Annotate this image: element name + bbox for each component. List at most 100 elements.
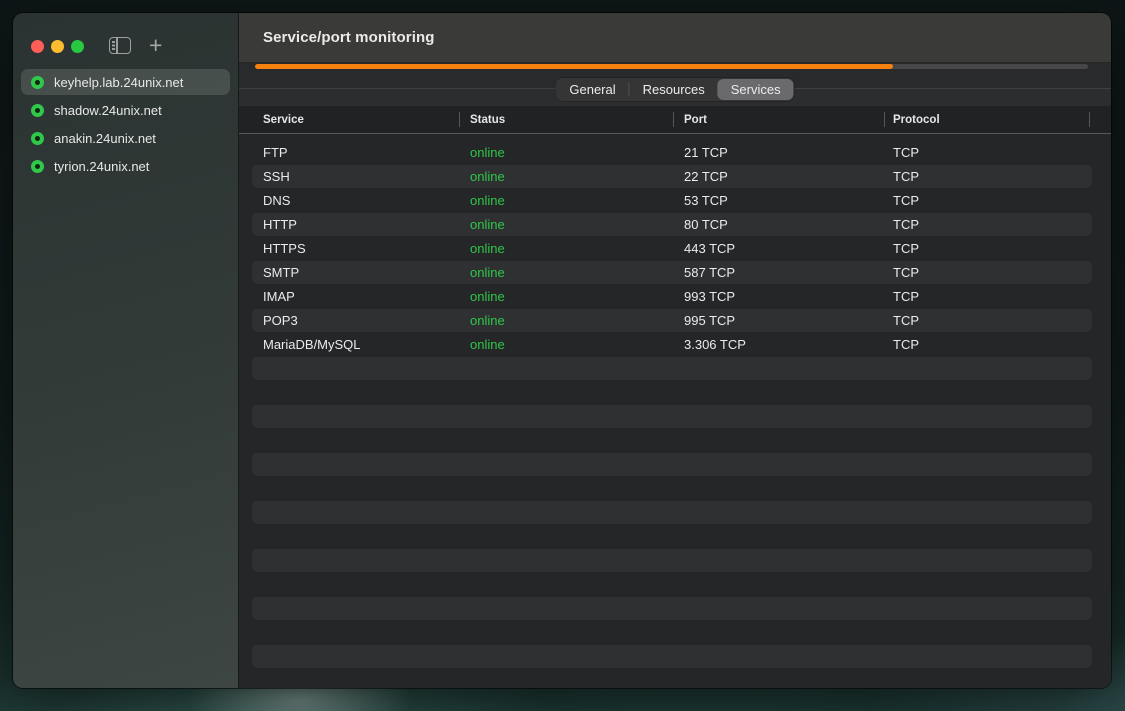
server-status-icon bbox=[31, 160, 44, 173]
server-label: anakin.24unix.net bbox=[54, 131, 156, 146]
column-header-label: Port bbox=[684, 114, 707, 126]
empty-table-row bbox=[239, 428, 1111, 452]
table-row-imap[interactable]: IMAP online 993 TCP TCP bbox=[239, 284, 1111, 308]
empty-table-row bbox=[239, 644, 1111, 668]
sidebar: + keyhelp.lab.24unix.net shadow.24unix.n… bbox=[13, 13, 239, 688]
desktop: + keyhelp.lab.24unix.net shadow.24unix.n… bbox=[0, 0, 1125, 711]
table-row-dns[interactable]: DNS online 53 TCP TCP bbox=[239, 188, 1111, 212]
status-cell: online bbox=[459, 145, 673, 160]
empty-rows bbox=[239, 356, 1111, 688]
sidebar-item-shadow[interactable]: shadow.24unix.net bbox=[21, 97, 230, 123]
tab-resources[interactable]: Resources bbox=[630, 79, 718, 100]
port-cell: 53 TCP bbox=[673, 193, 884, 208]
protocol-cell: TCP bbox=[884, 169, 1090, 184]
tab-services[interactable]: Services bbox=[718, 79, 794, 100]
page-title: Service/port monitoring bbox=[263, 29, 435, 46]
empty-table-row bbox=[239, 476, 1111, 500]
column-header-status[interactable]: Status bbox=[459, 106, 673, 133]
minimize-button[interactable] bbox=[51, 40, 64, 53]
tab-segmented-control: General Resources Services bbox=[555, 78, 794, 101]
status-cell: online bbox=[459, 169, 673, 184]
column-header-protocol[interactable]: Protocol bbox=[884, 106, 1090, 133]
table-row-smtp[interactable]: SMTP online 587 TCP TCP bbox=[239, 260, 1111, 284]
service-cell: FTP bbox=[239, 145, 459, 160]
protocol-cell: TCP bbox=[884, 313, 1090, 328]
empty-table-row bbox=[239, 572, 1111, 596]
empty-table-row bbox=[239, 500, 1111, 524]
empty-table-row bbox=[239, 356, 1111, 380]
service-cell: DNS bbox=[239, 193, 459, 208]
titlebar: Service/port monitoring bbox=[239, 13, 1111, 63]
table-row-ssh[interactable]: SSH online 22 TCP TCP bbox=[239, 164, 1111, 188]
protocol-cell: TCP bbox=[884, 289, 1090, 304]
status-cell: online bbox=[459, 289, 673, 304]
sidebar-toolbar: + bbox=[109, 37, 162, 54]
empty-table-row bbox=[239, 596, 1111, 620]
empty-table-row bbox=[239, 620, 1111, 644]
column-header-label: Status bbox=[470, 114, 505, 126]
port-cell: 443 TCP bbox=[673, 241, 884, 256]
services-table-body: FTP online 21 TCP TCP SSH online 22 TCP … bbox=[239, 134, 1111, 688]
protocol-cell: TCP bbox=[884, 337, 1090, 352]
service-cell: MariaDB/MySQL bbox=[239, 337, 459, 352]
service-cell: HTTPS bbox=[239, 241, 459, 256]
port-cell: 80 TCP bbox=[673, 217, 884, 232]
status-cell: online bbox=[459, 193, 673, 208]
service-cell: IMAP bbox=[239, 289, 459, 304]
table-header: Service Status Port Protocol bbox=[239, 106, 1111, 134]
status-cell: online bbox=[459, 313, 673, 328]
protocol-cell: TCP bbox=[884, 241, 1090, 256]
protocol-cell: TCP bbox=[884, 193, 1090, 208]
progress-fill bbox=[255, 64, 893, 69]
protocol-cell: TCP bbox=[884, 145, 1090, 160]
service-cell: POP3 bbox=[239, 313, 459, 328]
protocol-cell: TCP bbox=[884, 217, 1090, 232]
service-cell: HTTP bbox=[239, 217, 459, 232]
tab-general[interactable]: General bbox=[556, 79, 628, 100]
table-row-ftp[interactable]: FTP online 21 TCP TCP bbox=[239, 140, 1111, 164]
sidebar-item-keyhelp[interactable]: keyhelp.lab.24unix.net bbox=[21, 69, 230, 95]
protocol-cell: TCP bbox=[884, 265, 1090, 280]
port-cell: 3.306 TCP bbox=[673, 337, 884, 352]
port-cell: 995 TCP bbox=[673, 313, 884, 328]
empty-table-row bbox=[239, 548, 1111, 572]
zoom-button[interactable] bbox=[71, 40, 84, 53]
add-server-icon[interactable]: + bbox=[149, 37, 162, 54]
port-cell: 21 TCP bbox=[673, 145, 884, 160]
column-header-service[interactable]: Service bbox=[239, 106, 459, 133]
sidebar-toggle-icon[interactable] bbox=[109, 37, 131, 54]
tab-bar: General Resources Services bbox=[239, 73, 1111, 106]
status-cell: online bbox=[459, 217, 673, 232]
column-header-label: Service bbox=[263, 114, 304, 126]
column-header-label: Protocol bbox=[893, 114, 940, 126]
close-button[interactable] bbox=[31, 40, 44, 53]
server-label: tyrion.24unix.net bbox=[54, 159, 149, 174]
empty-table-row bbox=[239, 404, 1111, 428]
empty-table-row bbox=[239, 524, 1111, 548]
server-status-icon bbox=[31, 104, 44, 117]
table-row-https[interactable]: HTTPS online 443 TCP TCP bbox=[239, 236, 1111, 260]
app-window: + keyhelp.lab.24unix.net shadow.24unix.n… bbox=[13, 13, 1111, 688]
service-cell: SSH bbox=[239, 169, 459, 184]
table-row-pop3[interactable]: POP3 online 995 TCP TCP bbox=[239, 308, 1111, 332]
window-controls bbox=[31, 40, 84, 53]
port-cell: 587 TCP bbox=[673, 265, 884, 280]
sidebar-item-tyrion[interactable]: tyrion.24unix.net bbox=[21, 153, 230, 179]
empty-table-row bbox=[239, 452, 1111, 476]
refresh-progress-bar bbox=[255, 64, 1088, 69]
service-cell: SMTP bbox=[239, 265, 459, 280]
table-row-mariadb[interactable]: MariaDB/MySQL online 3.306 TCP TCP bbox=[239, 332, 1111, 356]
server-list: keyhelp.lab.24unix.net shadow.24unix.net… bbox=[21, 69, 230, 181]
progress-row bbox=[239, 63, 1111, 73]
sidebar-item-anakin[interactable]: anakin.24unix.net bbox=[21, 125, 230, 151]
main-panel: Service/port monitoring General Resource… bbox=[239, 13, 1111, 688]
server-status-icon bbox=[31, 76, 44, 89]
status-cell: online bbox=[459, 241, 673, 256]
server-label: shadow.24unix.net bbox=[54, 103, 162, 118]
empty-table-row bbox=[239, 668, 1111, 688]
empty-table-row bbox=[239, 380, 1111, 404]
server-status-icon bbox=[31, 132, 44, 145]
server-label: keyhelp.lab.24unix.net bbox=[54, 75, 183, 90]
table-row-http[interactable]: HTTP online 80 TCP TCP bbox=[239, 212, 1111, 236]
column-header-port[interactable]: Port bbox=[673, 106, 884, 133]
